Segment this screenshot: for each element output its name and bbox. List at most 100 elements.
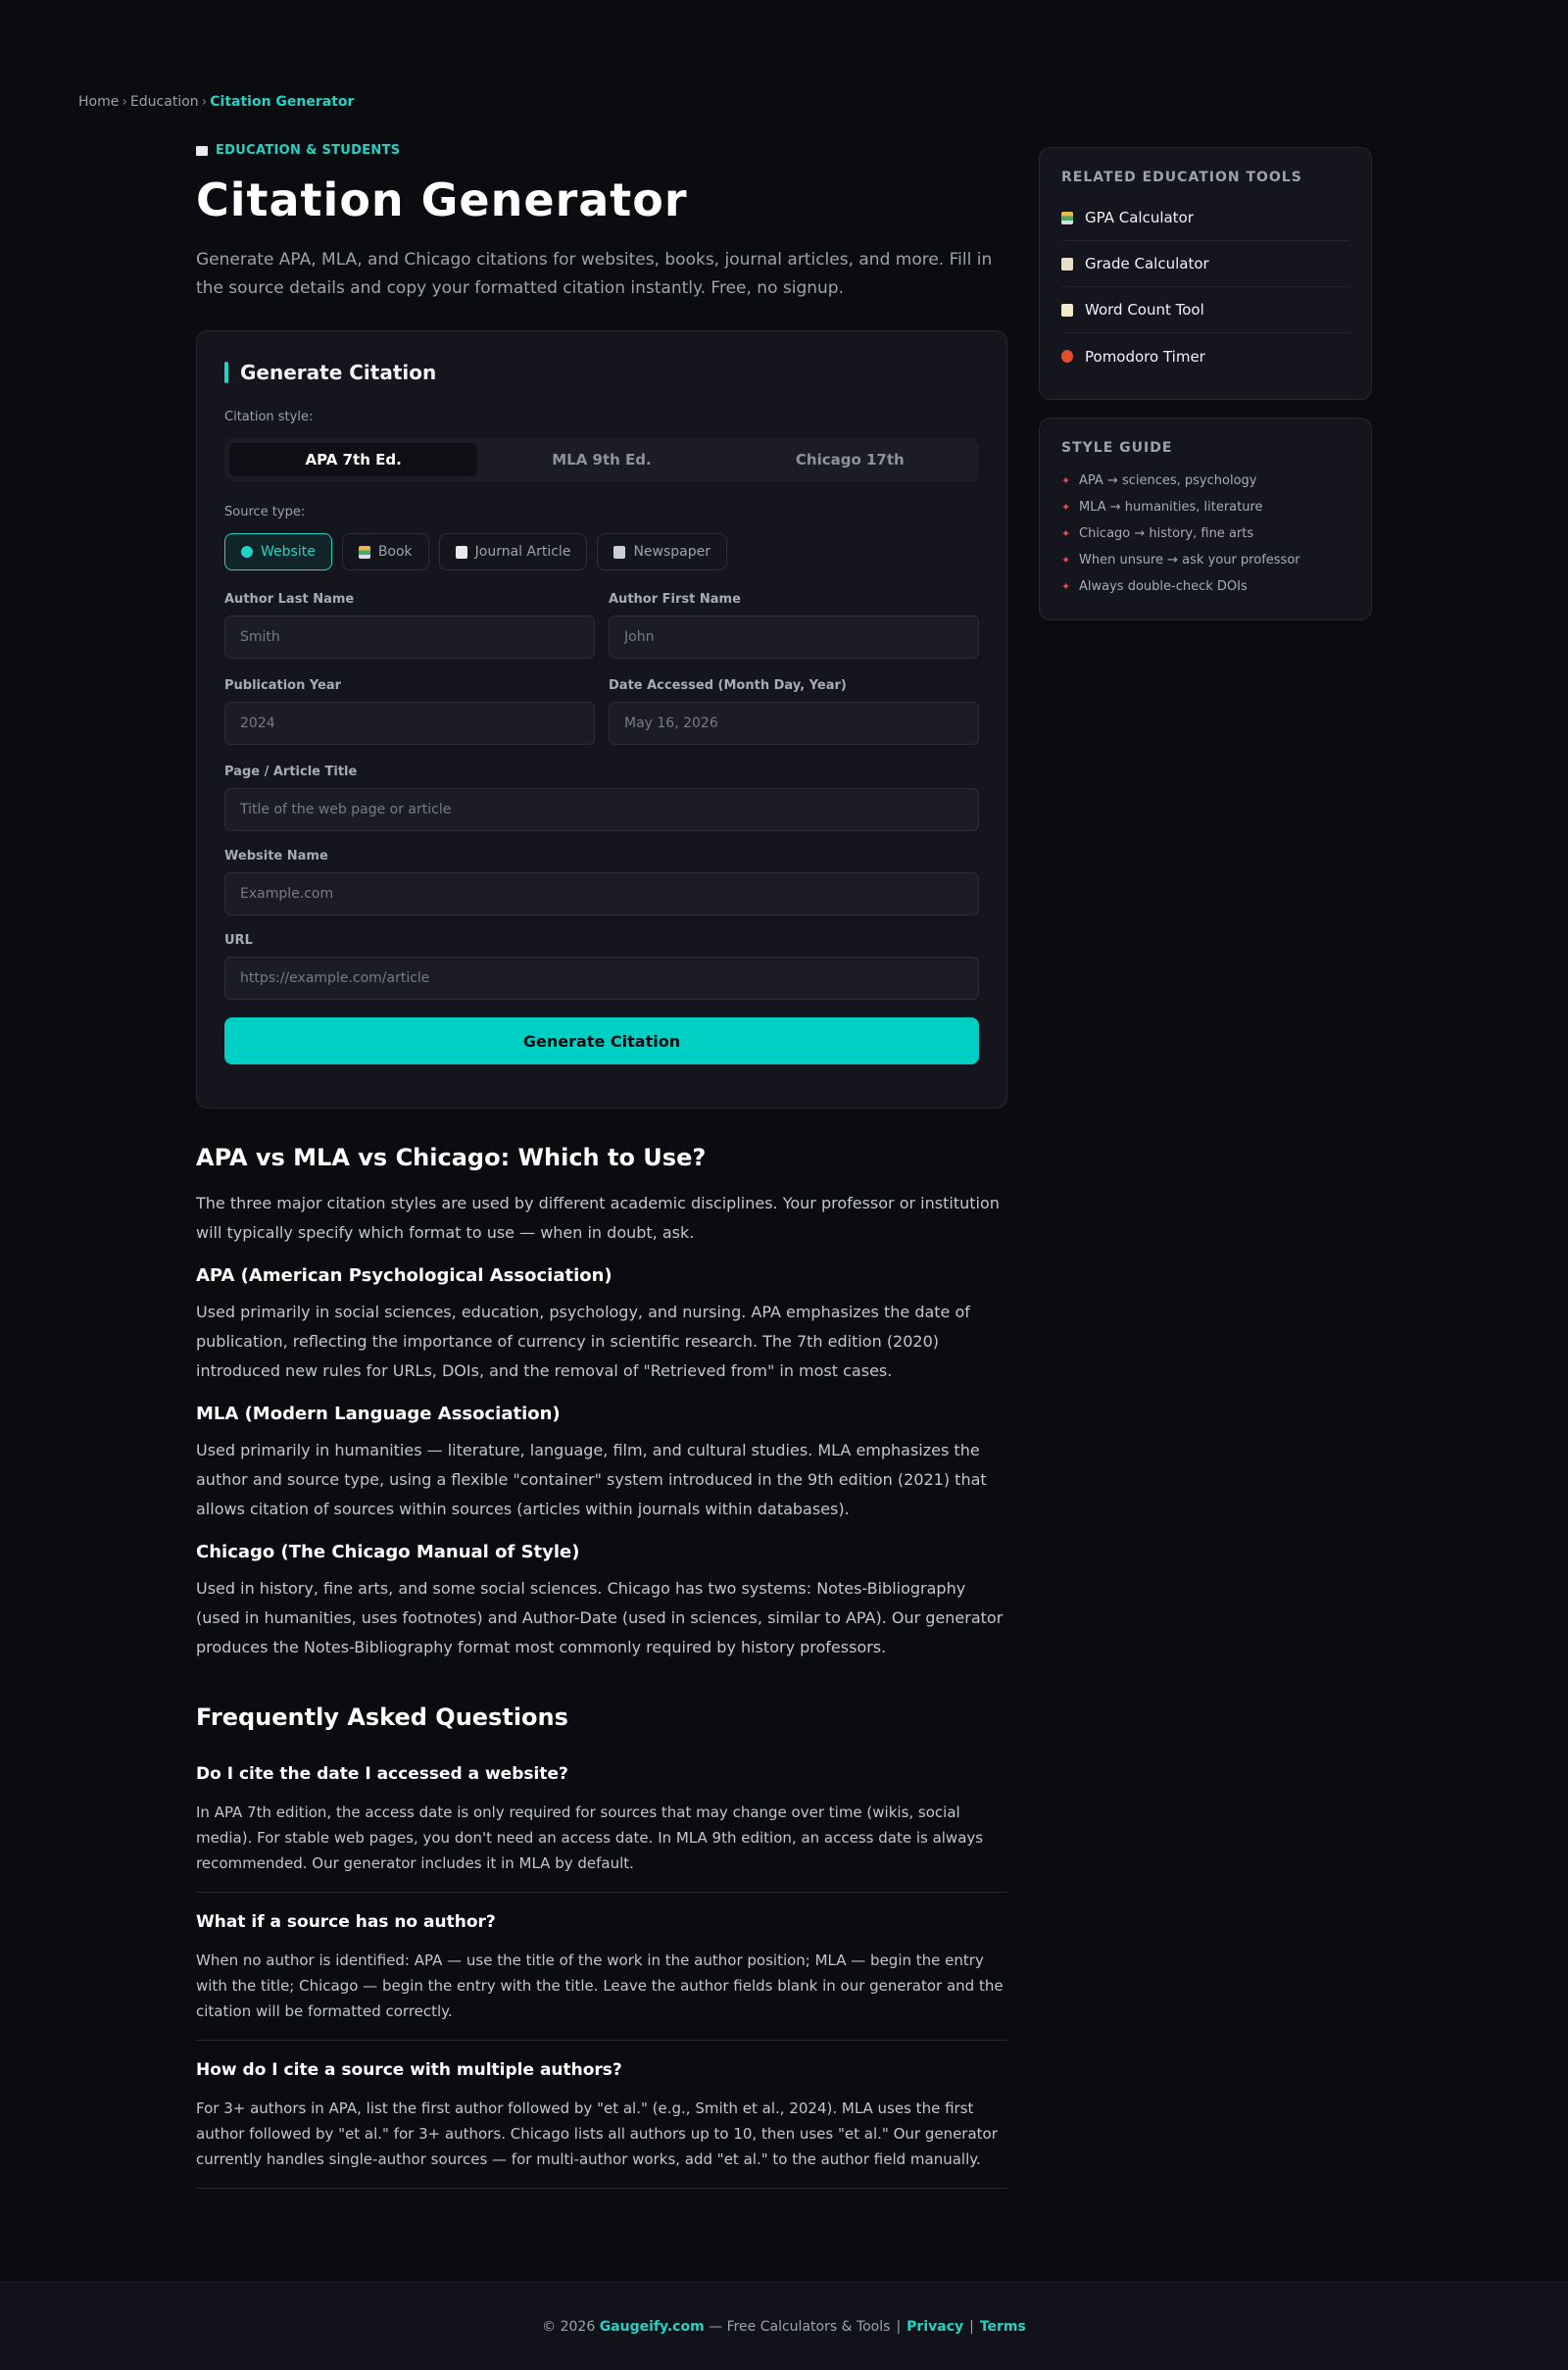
author-row: Author Last Name Author First Name — [224, 592, 979, 659]
guide-item: ✦ Chicago → history, fine arts — [1061, 520, 1349, 547]
title-accent-bar — [224, 362, 228, 383]
accessed-label: Date Accessed (Month Day, Year) — [609, 678, 847, 693]
website-field: Website Name — [224, 849, 979, 915]
citation-form-card: Generate Citation Citation style: APA 7t… — [196, 330, 1007, 1109]
memo-icon — [1061, 303, 1073, 317]
sidebar-item-label: Pomodoro Timer — [1085, 347, 1205, 366]
breadcrumb-separator: › — [122, 94, 127, 110]
sidebar-item-label: Grade Calculator — [1085, 255, 1209, 272]
related-tools-title: RELATED EDUCATION TOOLS — [1061, 170, 1302, 185]
faq-item: Do I cite the date I accessed a website?… — [196, 1745, 1007, 1893]
footer-tagline: — Free Calculators & Tools — [709, 2318, 891, 2335]
source-book-label: Book — [377, 544, 413, 560]
author-first-input[interactable] — [609, 616, 979, 659]
faq-question: How do I cite a source with multiple aut… — [196, 2060, 622, 2080]
author-last-input[interactable] — [224, 616, 595, 659]
style-guide-card: STYLE GUIDE ✦ APA → sciences, psychology … — [1039, 418, 1372, 620]
guide-item-text: APA → sciences, psychology — [1079, 473, 1257, 488]
book-icon — [196, 145, 208, 156]
website-label: Website Name — [224, 849, 328, 864]
url-input[interactable] — [224, 957, 979, 1000]
guide-item-text: MLA → humanities, literature — [1079, 500, 1263, 515]
source-journal[interactable]: Journal Article — [438, 533, 588, 570]
source-journal-label: Journal Article — [474, 544, 571, 560]
breadcrumb-separator: › — [201, 94, 208, 110]
faq-question: What if a source has no author? — [196, 1912, 496, 1932]
sidebar: RELATED EDUCATION TOOLS GPA Calculator G… — [1039, 147, 1372, 620]
books-icon — [1061, 211, 1073, 224]
author-last-field: Author Last Name — [224, 592, 595, 659]
source-newspaper-label: Newspaper — [633, 544, 710, 560]
author-first-label: Author First Name — [609, 592, 741, 607]
author-first-field: Author First Name — [609, 592, 979, 659]
pushpin-icon: ✦ — [1061, 526, 1071, 540]
title-input[interactable] — [224, 788, 979, 831]
source-website-label: Website — [261, 544, 316, 560]
faq-answer: For 3+ authors in APA, list the first au… — [196, 2099, 998, 2168]
newspaper-icon — [613, 545, 626, 559]
accessed-input[interactable] — [609, 702, 979, 745]
sidebar-item-word-count[interactable]: Word Count Tool — [1061, 287, 1349, 333]
citation-style-tabs: APA 7th Ed. MLA 9th Ed. Chicago 17th — [224, 438, 979, 481]
year-field: Publication Year — [224, 678, 595, 745]
year-input[interactable] — [224, 702, 595, 745]
source-newspaper[interactable]: Newspaper — [597, 533, 727, 570]
title-field: Page / Article Title — [224, 765, 979, 831]
source-type-label: Source type: — [224, 505, 306, 519]
guide-item: ✦ APA → sciences, psychology — [1061, 468, 1349, 494]
source-book[interactable]: Book — [341, 533, 429, 570]
guide-item-text: Chicago → history, fine arts — [1079, 526, 1254, 541]
guide-item: ✦ MLA → humanities, literature — [1061, 494, 1349, 520]
faq-item: What if a source has no author? When no … — [196, 1893, 1007, 2041]
url-label: URL — [224, 933, 253, 948]
tab-apa[interactable]: APA 7th Ed. — [229, 443, 478, 476]
faq-item: How do I cite a source with multiple aut… — [196, 2041, 1007, 2189]
tab-chicago[interactable]: Chicago 17th — [726, 443, 974, 476]
breadcrumb-current: Citation Generator — [210, 94, 355, 110]
source-website[interactable]: Website — [224, 533, 332, 570]
year-label: Publication Year — [224, 678, 342, 693]
sidebar-item-gpa[interactable]: GPA Calculator — [1061, 195, 1349, 241]
footer-divider: | — [896, 2318, 902, 2335]
faq-list: Do I cite the date I accessed a website?… — [196, 1745, 1007, 2189]
tab-mla[interactable]: MLA 9th Ed. — [477, 443, 725, 476]
url-field: URL — [224, 933, 979, 1000]
breadcrumb-education[interactable]: Education — [130, 94, 199, 110]
pushpin-icon: ✦ — [1061, 553, 1071, 567]
footer-copyright: © 2026 — [542, 2318, 596, 2335]
guide-item: ✦ When unsure → ask your professor — [1061, 547, 1349, 573]
generate-citation-button[interactable]: Generate Citation — [224, 1017, 979, 1064]
sidebar-item-pomodoro[interactable]: Pomodoro Timer — [1061, 333, 1349, 379]
citation-style-label: Citation style: — [224, 410, 314, 424]
article-heading: APA vs MLA vs Chicago: Which to Use? — [196, 1144, 707, 1171]
footer-privacy-link[interactable]: Privacy — [906, 2319, 963, 2335]
chicago-heading: Chicago (The Chicago Manual of Style) — [196, 1542, 580, 1562]
pushpin-icon: ✦ — [1061, 500, 1071, 514]
faq-answer: In APA 7th edition, the access date is o… — [196, 1803, 984, 1872]
footer-divider: | — [969, 2318, 974, 2335]
main-content: EDUCATION & STUDENTS Citation Generator … — [196, 143, 1007, 2189]
accessed-field: Date Accessed (Month Day, Year) — [609, 678, 979, 745]
apa-body: Used primarily in social sciences, educa… — [196, 1303, 970, 1380]
apa-heading: APA (American Psychological Association) — [196, 1265, 612, 1286]
style-guide-title: STYLE GUIDE — [1061, 440, 1173, 456]
chicago-body: Used in history, fine arts, and some soc… — [196, 1579, 1004, 1656]
clipboard-icon — [1061, 257, 1073, 271]
author-last-label: Author Last Name — [224, 592, 355, 607]
title-label: Page / Article Title — [224, 765, 358, 779]
article-section: APA vs MLA vs Chicago: Which to Use? The… — [196, 1144, 1007, 2189]
footer-site-link[interactable]: Gaugeify.com — [600, 2319, 705, 2335]
date-row: Publication Year Date Accessed (Month Da… — [224, 678, 979, 745]
category-label: EDUCATION & STUDENTS — [216, 143, 401, 158]
footer-terms-link[interactable]: Terms — [980, 2319, 1026, 2335]
guide-item-text: When unsure → ask your professor — [1079, 553, 1300, 568]
website-input[interactable] — [224, 872, 979, 915]
pushpin-icon: ✦ — [1061, 473, 1071, 487]
breadcrumb: Home › Education › Citation Generator — [78, 94, 354, 110]
tomato-icon — [1061, 350, 1073, 363]
page-icon — [455, 545, 467, 559]
form-title-text: Generate Citation — [240, 361, 437, 384]
article-intro: The three major citation styles are used… — [196, 1194, 1000, 1242]
breadcrumb-home[interactable]: Home — [78, 94, 119, 110]
sidebar-item-grade[interactable]: Grade Calculator — [1061, 241, 1349, 287]
